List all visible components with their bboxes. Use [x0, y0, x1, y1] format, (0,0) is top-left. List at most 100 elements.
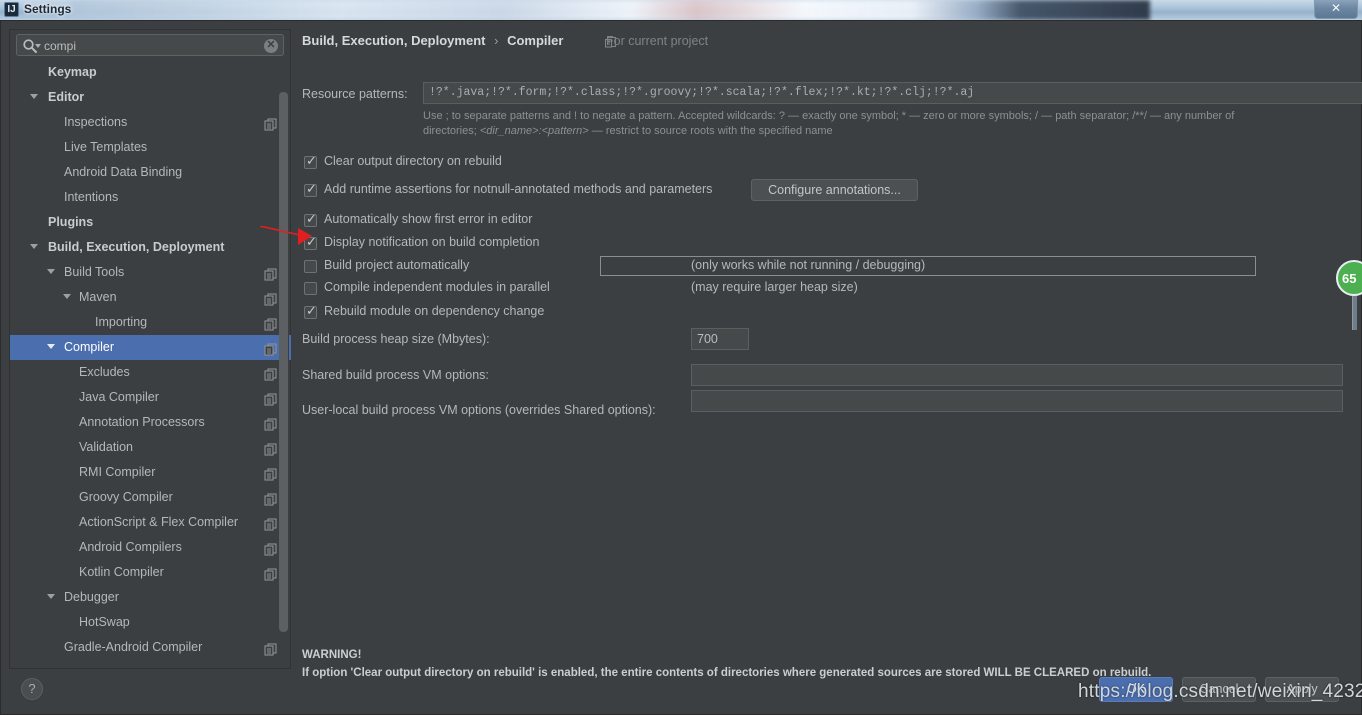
sidebar-item-label: RMI Compiler [79, 465, 156, 479]
chevron-down-icon[interactable] [63, 294, 71, 299]
shared-vm-options-label: Shared build process VM options: [302, 368, 489, 382]
resource-patterns-label: Resource patterns: [302, 87, 408, 101]
sidebar-item-hotswap[interactable]: HotSwap [10, 610, 291, 635]
sidebar-item-live-templates[interactable]: Live Templates [10, 135, 291, 160]
sidebar-item-label: Keymap [48, 65, 97, 79]
chevron-down-icon[interactable] [30, 94, 38, 99]
build-automatically-focus-ring [600, 256, 1256, 276]
sidebar-item-annotation-processors[interactable]: Annotation Processors [10, 410, 291, 435]
sidebar-item-label: Excludes [79, 365, 130, 379]
sidebar-scrollbar-track[interactable] [279, 60, 289, 668]
chevron-down-icon[interactable] [47, 269, 55, 274]
project-scope-icon [264, 440, 277, 456]
window-title: Settings [24, 2, 72, 16]
project-scope-icon [264, 115, 277, 131]
sidebar-item-plugins[interactable]: Plugins [10, 210, 291, 235]
sidebar-item-editor[interactable]: Editor [10, 85, 291, 110]
sidebar-item-excludes[interactable]: Excludes [10, 360, 291, 385]
sidebar-item-label: Importing [95, 315, 148, 329]
chevron-down-icon[interactable] [47, 594, 55, 599]
user-local-vm-options-input[interactable] [691, 390, 1343, 412]
settings-tree[interactable]: Keymap Editor Inspections Live Templates And… [10, 60, 291, 668]
checkbox-clear-output-directory-on-rebuild[interactable] [304, 153, 317, 169]
sidebar-item-label: Compiler [64, 340, 115, 354]
warning-body: If option 'Clear output directory on reb… [302, 667, 1152, 679]
heap-size-label: Build process heap size (Mbytes): [302, 332, 490, 346]
resource-patterns-hint: Use ; to separate patterns and ! to nega… [423, 109, 1362, 139]
sidebar-item-label: Android Data Binding [64, 165, 183, 179]
shared-vm-options-input[interactable] [691, 364, 1343, 386]
hint-line-2-pre: directories; [423, 125, 480, 137]
checkbox-label: Rebuild module on dependency change [324, 304, 545, 318]
checkbox-label: Compile independent modules in parallel [324, 280, 550, 294]
chevron-down-icon[interactable] [47, 344, 55, 349]
resource-patterns-input[interactable]: !?*.java;!?*.form;!?*.class;!?*.groovy;!… [423, 82, 1362, 104]
sidebar-item-label: Live Templates [64, 140, 148, 154]
project-scope-icon [264, 340, 277, 356]
sidebar-item-importing[interactable]: Importing [10, 310, 291, 335]
project-scope-icon [264, 490, 277, 506]
project-scope-icon [264, 315, 277, 331]
checkbox-label: Display notification on build completion [324, 235, 540, 249]
hint-dirname-pattern: <dir_name>:<pattern> [479, 125, 589, 137]
app-icon: IJ [4, 2, 19, 17]
sidebar-item-debugger[interactable]: Debugger [10, 585, 291, 610]
badge-stem [1352, 294, 1357, 330]
project-scope-icon [264, 515, 277, 531]
help-button[interactable]: ? [21, 678, 43, 700]
project-scope-icon [264, 565, 277, 581]
project-scope-icon [264, 540, 277, 556]
sidebar-item-android-data-binding[interactable]: Android Data Binding [10, 160, 291, 185]
sidebar-item-label: Annotation Processors [79, 415, 205, 429]
checkbox-add-runtime-assertions-for-notnull-annotated-methods-and-parameters[interactable] [304, 181, 317, 197]
sidebar-item-build-tools[interactable]: Build Tools [10, 260, 291, 285]
checkbox-display-notification-on-build-completion[interactable] [304, 234, 317, 250]
configure-annotations-button[interactable]: Configure annotations... [751, 179, 918, 201]
sidebar-item-rmi-compiler[interactable]: RMI Compiler [10, 460, 291, 485]
sidebar-item-validation[interactable]: Validation [10, 435, 291, 460]
sidebar-item-compiler[interactable]: Compiler [10, 335, 291, 360]
settings-sidebar: ✕ Keymap Editor Inspections Live Templates A… [9, 29, 291, 669]
sidebar-scrollbar-thumb[interactable] [279, 92, 288, 632]
checkbox-label: Add runtime assertions for notnull-annot… [324, 182, 713, 196]
settings-window: IJ Settings ✕ ✕ Keymap Editor Inspections L… [0, 0, 1362, 715]
chevron-down-icon[interactable] [35, 44, 41, 48]
sidebar-item-groovy-compiler[interactable]: Groovy Compiler [10, 485, 291, 510]
sidebar-item-keymap[interactable]: Keymap [10, 60, 291, 85]
checkbox-build-project-automatically[interactable] [304, 260, 317, 273]
breadcrumb-root[interactable]: Build, Execution, Deployment [302, 33, 485, 48]
sidebar-item-label: Intentions [64, 190, 119, 204]
project-scope-icon [264, 390, 277, 406]
search-box[interactable]: ✕ [16, 34, 284, 56]
sidebar-item-label: Java Compiler [79, 390, 159, 404]
heap-size-input[interactable]: 700 [691, 328, 749, 350]
search-input[interactable] [44, 38, 254, 54]
sidebar-item-java-compiler[interactable]: Java Compiler [10, 385, 291, 410]
checkbox-label: Build project automatically [324, 258, 470, 272]
project-scope-icon [264, 265, 277, 281]
for-current-project-label: For current project [606, 34, 709, 48]
clear-icon[interactable]: ✕ [264, 39, 278, 53]
checkbox-label: Clear output directory on rebuild [324, 154, 502, 168]
checkbox-rebuild-module-on-dependency-change[interactable] [304, 303, 317, 319]
project-scope-icon [264, 415, 277, 431]
chevron-down-icon[interactable] [30, 244, 38, 249]
sidebar-item-android-compilers[interactable]: Android Compilers [10, 535, 291, 560]
sidebar-item-maven[interactable]: Maven [10, 285, 291, 310]
hint-line-2-post: — restrict to source roots with the spec… [588, 125, 833, 137]
warning-text: WARNING! If option 'Clear output directo… [302, 646, 1151, 682]
checkbox-compile-independent-modules-in-parallel[interactable] [304, 282, 317, 295]
sidebar-item-kotlin-compiler[interactable]: Kotlin Compiler [10, 560, 291, 585]
sidebar-item-label: Groovy Compiler [79, 490, 173, 504]
sidebar-item-label: Gradle-Android Compiler [64, 640, 203, 654]
checkbox-automatically-show-first-error-in-editor[interactable] [304, 211, 317, 227]
breadcrumb: Build, Execution, Deployment › Compiler [302, 33, 563, 48]
sidebar-item-actionscript-flex-compiler[interactable]: ActionScript & Flex Compiler [10, 510, 291, 535]
sidebar-item-label: Debugger [64, 590, 119, 604]
close-icon[interactable]: ✕ [1314, 0, 1358, 19]
sidebar-item-intentions[interactable]: Intentions [10, 185, 291, 210]
sidebar-item-label: Android Compilers [79, 540, 182, 554]
sidebar-item-gradle-android-compiler[interactable]: Gradle-Android Compiler [10, 635, 291, 660]
sidebar-item-build-execution-deployment[interactable]: Build, Execution, Deployment [10, 235, 291, 260]
sidebar-item-inspections[interactable]: Inspections [10, 110, 291, 135]
